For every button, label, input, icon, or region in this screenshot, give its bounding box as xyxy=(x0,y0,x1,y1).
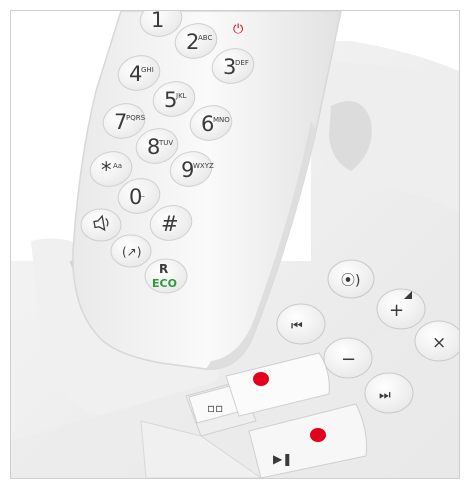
key-6-letters: MNO xyxy=(213,116,230,124)
speaker-key[interactable] xyxy=(80,208,122,242)
key-4-letters: GHI xyxy=(141,66,154,74)
skip-back-icon: ⏮ xyxy=(291,319,303,334)
r-eco-key[interactable]: R ECO xyxy=(144,258,188,294)
r-label: R xyxy=(159,262,168,276)
key-star-letters: Aa xyxy=(113,162,122,170)
intercom-icon: (↗) xyxy=(122,245,141,259)
delete-button[interactable]: × xyxy=(414,320,459,362)
page-button[interactable]: ⦿) xyxy=(327,259,375,299)
key-1-digit: 1 xyxy=(151,11,164,32)
play-pause-icon: ▶❚ xyxy=(273,452,292,466)
power-indicator-led xyxy=(253,372,269,386)
voicemail-icon: ▫▫ xyxy=(207,401,223,415)
eco-label: ECO xyxy=(152,277,177,290)
key-5-letters: JKL xyxy=(175,92,187,100)
volume-down-button[interactable]: − xyxy=(323,337,373,379)
key-0-letters: _ xyxy=(140,189,145,197)
key-8-letters: TUV xyxy=(158,139,173,147)
key-9-letters: WXYZ xyxy=(193,162,214,170)
key-star-digit: * xyxy=(101,158,112,182)
skip-forward-icon: ⏭ xyxy=(379,388,391,403)
intercom-key[interactable]: (↗) xyxy=(110,234,152,268)
key-hash-digit: # xyxy=(161,212,179,236)
next-button[interactable]: ⏭ xyxy=(364,372,414,414)
volume-minus-label: − xyxy=(341,349,356,370)
end-call-icon: ⏻ xyxy=(233,22,243,37)
delete-label: × xyxy=(432,333,446,353)
key-7-letters: PQRS xyxy=(126,114,146,122)
previous-button[interactable]: ⏮ xyxy=(276,303,326,345)
key-2-letters: ABC xyxy=(198,34,212,42)
page-handset-icon: ⦿) xyxy=(341,273,360,289)
key-3-letters: DEF xyxy=(235,59,249,67)
volume-up-label: + xyxy=(389,300,404,321)
play-indicator-led xyxy=(310,428,326,442)
photo-frame: 1 2 ABC 3 DEF 4 GHI 5 JKL 6 MNO 7 PQRS 8 TUV 9 WXYZ * Aa 0 _… xyxy=(10,10,460,479)
phone-photo: 12ABC3DEF4GHI5JKL6MNO7PQRS8TUV9WXYZ* Aa0_… xyxy=(11,11,459,478)
volume-up-button[interactable]: + xyxy=(376,288,426,330)
